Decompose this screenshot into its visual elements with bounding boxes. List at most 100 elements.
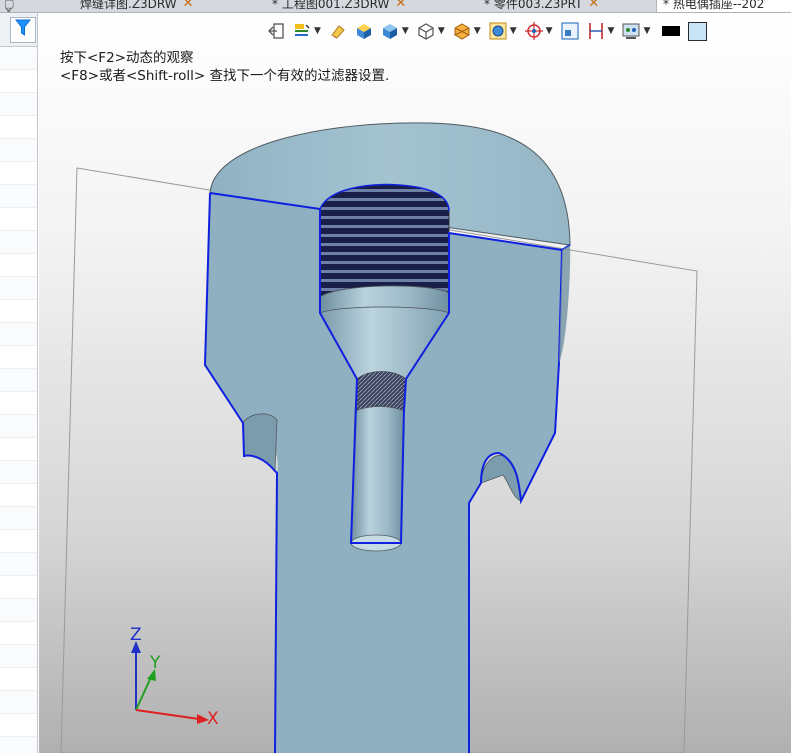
list-item[interactable] — [0, 461, 37, 484]
eraser-button[interactable] — [327, 18, 349, 44]
list-item[interactable] — [0, 622, 37, 645]
view-toolbar: ▼ ▼ ▼ ▼ ▼ ▼ ▼ ▼ — [265, 17, 711, 45]
list-item[interactable] — [0, 47, 37, 70]
list-item[interactable] — [0, 576, 37, 599]
list-item[interactable] — [0, 438, 37, 461]
display-filter-button[interactable]: ▼ — [620, 18, 652, 44]
app-window: ▢ ✕ 焊缝详图.Z3DRW ✕ * 工程图001.Z3DRW ✕ * 零件003.… — [0, 0, 791, 753]
list-item[interactable] — [0, 668, 37, 691]
left-slot — [242, 413, 278, 473]
close-icon[interactable]: ✕ — [183, 0, 194, 10]
light-blue-color-button[interactable] — [688, 18, 708, 44]
render-mode-button[interactable]: ▼ — [291, 18, 323, 44]
wireframe-cube-icon — [415, 20, 437, 42]
exit-button[interactable] — [265, 18, 287, 44]
section-view-icon — [451, 20, 473, 42]
shaded-box-button[interactable] — [353, 18, 375, 44]
model-canvas[interactable] — [39, 13, 791, 753]
tab-label: * 工程图001.Z3DRW — [272, 0, 390, 11]
list-item[interactable] — [0, 530, 37, 553]
knurled-neck — [354, 371, 407, 412]
chevron-down-icon[interactable]: ▼ — [314, 26, 321, 36]
list-item[interactable] — [0, 369, 37, 392]
list-item[interactable] — [0, 691, 37, 714]
thread-bore — [319, 184, 450, 298]
section-view-button[interactable]: ▼ — [451, 18, 483, 44]
filter-icon — [14, 19, 32, 41]
tab-thermocouple-socket[interactable]: * 热电偶插座--202 — [656, 0, 791, 12]
list-item[interactable] — [0, 231, 37, 254]
history-panel-header — [0, 13, 37, 47]
list-item[interactable] — [0, 507, 37, 530]
list-item[interactable] — [0, 553, 37, 576]
target-icon — [523, 20, 545, 42]
view-cube-button[interactable]: ▼ — [379, 18, 411, 44]
list-item[interactable] — [0, 714, 37, 737]
black-color-button[interactable] — [662, 18, 681, 44]
axis-y-label: Y — [150, 653, 161, 673]
chevron-down-icon[interactable]: ▼ — [474, 26, 481, 36]
eraser-icon — [327, 20, 349, 42]
dimension-button[interactable]: ▼ — [585, 18, 617, 44]
display-filter-icon — [620, 20, 642, 42]
axis-z-label: Z — [130, 625, 142, 645]
list-item[interactable] — [0, 139, 37, 162]
list-item[interactable] — [0, 645, 37, 668]
list-item[interactable] — [0, 415, 37, 438]
list-item[interactable] — [0, 185, 37, 208]
tab-drawing-001[interactable]: * 工程图001.Z3DRW ✕ — [272, 0, 406, 12]
tab-weld-detail[interactable]: 焊缝详图.Z3DRW ✕ — [80, 0, 194, 12]
orient-view-button[interactable]: ▼ — [487, 18, 519, 44]
list-item[interactable] — [0, 599, 37, 622]
list-item[interactable] — [0, 208, 37, 231]
exit-icon — [265, 20, 287, 42]
history-panel — [0, 13, 38, 753]
shaded-box-icon — [353, 20, 375, 42]
3d-viewport[interactable]: 按下<F2>动态的观察 <F8>或者<Shift-roll> 查找下一个有效的过… — [39, 13, 791, 753]
render-mode-icon — [291, 20, 313, 42]
black-color-swatch — [662, 26, 681, 36]
list-item[interactable] — [0, 70, 37, 93]
orient-view-icon — [487, 20, 509, 42]
target-button[interactable]: ▼ — [523, 18, 555, 44]
list-item[interactable] — [0, 300, 37, 323]
list-item[interactable] — [0, 93, 37, 116]
chevron-down-icon[interactable]: ▼ — [643, 26, 650, 36]
list-item[interactable] — [0, 484, 37, 507]
close-icon[interactable]: ✕ — [395, 0, 406, 10]
hint-text: 按下<F2>动态的观察 <F8>或者<Shift-roll> 查找下一个有效的过… — [60, 49, 389, 85]
list-item[interactable] — [0, 346, 37, 369]
zoom-fit-button[interactable] — [559, 18, 581, 44]
chevron-down-icon[interactable]: ▼ — [608, 26, 615, 36]
tab-label: * 零件003.Z3PRT — [484, 0, 583, 11]
tab-label: 焊缝详图.Z3DRW — [80, 0, 177, 11]
chevron-down-icon[interactable]: ▼ — [510, 26, 517, 36]
close-icon[interactable]: ✕ — [588, 0, 599, 10]
list-item[interactable] — [0, 277, 37, 300]
chevron-down-icon[interactable]: ▼ — [438, 26, 445, 36]
list-item[interactable] — [0, 254, 37, 277]
hint-line-2: <F8>或者<Shift-roll> 查找下一个有效的过滤器设置. — [60, 68, 390, 84]
small-bore — [350, 406, 405, 544]
hint-line-1: 按下<F2>动态的观察 — [60, 50, 194, 66]
list-item[interactable] — [0, 162, 37, 185]
tab-label: * 热电偶插座--202 — [663, 0, 765, 11]
axis-x-label: X — [207, 709, 219, 729]
chevron-down-icon[interactable]: ▼ — [402, 26, 409, 36]
document-tab-bar: ▢ ✕ 焊缝详图.Z3DRW ✕ * 工程图001.Z3DRW ✕ * 零件003.… — [0, 0, 791, 13]
light-blue-color-swatch — [688, 21, 708, 41]
tab-strip-controls[interactable]: ▢ ✕ — [0, 0, 36, 12]
list-item[interactable] — [0, 392, 37, 415]
wireframe-cube-button[interactable]: ▼ — [415, 18, 447, 44]
view-cube-icon — [379, 20, 401, 42]
list-item[interactable] — [0, 323, 37, 346]
zoom-fit-icon — [559, 20, 581, 42]
chevron-down-icon[interactable]: ▼ — [546, 26, 553, 36]
tab-part-003[interactable]: * 零件003.Z3PRT ✕ — [484, 0, 599, 12]
list-item[interactable] — [0, 116, 37, 139]
list-item[interactable] — [0, 737, 37, 753]
axis-triad — [131, 641, 209, 724]
filter-button[interactable] — [10, 17, 36, 43]
history-tree — [0, 47, 37, 753]
dimension-icon — [585, 20, 607, 42]
